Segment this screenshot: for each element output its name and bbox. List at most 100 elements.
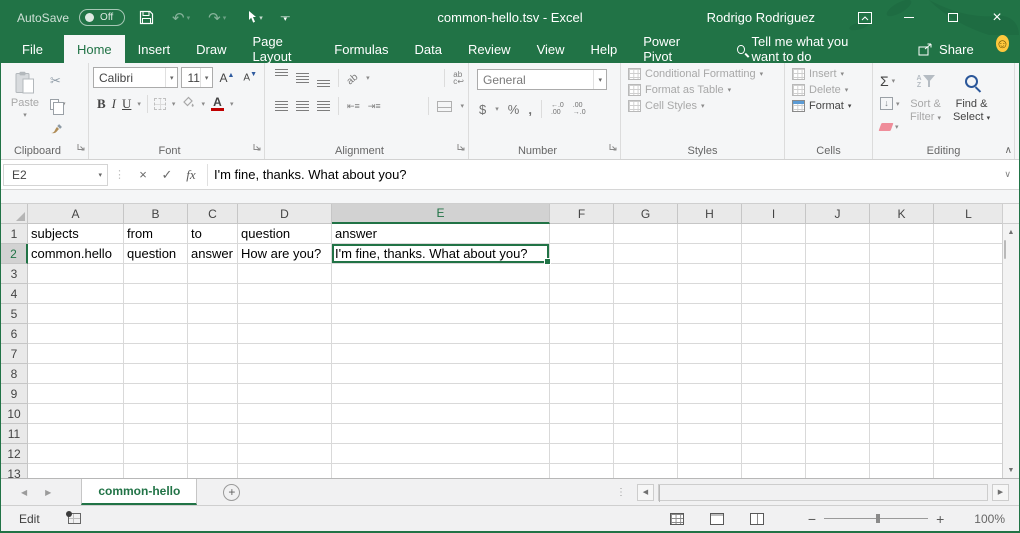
minimize-button[interactable] xyxy=(887,0,931,35)
cell-B9[interactable] xyxy=(124,384,188,404)
cell-A13[interactable] xyxy=(28,464,124,478)
cell-K12[interactable] xyxy=(870,444,934,464)
row-header-5[interactable]: 5 xyxy=(1,304,28,324)
cell-E9[interactable] xyxy=(332,384,550,404)
format-painter-button[interactable] xyxy=(47,117,69,137)
cell-H7[interactable] xyxy=(678,344,742,364)
cell-I11[interactable] xyxy=(742,424,806,444)
cell-A12[interactable] xyxy=(28,444,124,464)
cell-C8[interactable] xyxy=(188,364,238,384)
cell-E2[interactable]: I'm fine, thanks. What about you? xyxy=(332,244,550,264)
cell-B1[interactable]: from xyxy=(124,224,188,244)
wrap-text-button[interactable]: abc↩ xyxy=(453,71,464,85)
cell-J12[interactable] xyxy=(806,444,870,464)
cell-L1[interactable] xyxy=(934,224,1002,244)
page-layout-view-button[interactable] xyxy=(710,513,724,525)
cell-L8[interactable] xyxy=(934,364,1002,384)
cell-G7[interactable] xyxy=(614,344,678,364)
cell-I10[interactable] xyxy=(742,404,806,424)
cell-F6[interactable] xyxy=(550,324,614,344)
cell-F13[interactable] xyxy=(550,464,614,478)
insert-function-button[interactable]: fx xyxy=(179,164,203,186)
row-header-13[interactable]: 13 xyxy=(1,464,28,478)
cell-F11[interactable] xyxy=(550,424,614,444)
cell-A5[interactable] xyxy=(28,304,124,324)
cell-G13[interactable] xyxy=(614,464,678,478)
cell-K3[interactable] xyxy=(870,264,934,284)
cell-F4[interactable] xyxy=(550,284,614,304)
cell-E3[interactable] xyxy=(332,264,550,284)
cell-K13[interactable] xyxy=(870,464,934,478)
cell-E4[interactable] xyxy=(332,284,550,304)
cell-A10[interactable] xyxy=(28,404,124,424)
cell-A1[interactable]: subjects xyxy=(28,224,124,244)
cell-L2[interactable] xyxy=(934,244,1002,264)
cell-D6[interactable] xyxy=(238,324,332,344)
borders-button[interactable] xyxy=(154,98,166,110)
cell-G2[interactable] xyxy=(614,244,678,264)
cell-L4[interactable] xyxy=(934,284,1002,304)
top-align-button[interactable] xyxy=(275,69,288,76)
tab-home[interactable]: Home xyxy=(64,35,125,63)
cell-H1[interactable] xyxy=(678,224,742,244)
cell-G5[interactable] xyxy=(614,304,678,324)
cell-C12[interactable] xyxy=(188,444,238,464)
cell-I1[interactable] xyxy=(742,224,806,244)
cell-H5[interactable] xyxy=(678,304,742,324)
tab-page-layout[interactable]: Page Layout xyxy=(240,35,322,63)
undo-button[interactable]: ↶▾ xyxy=(168,5,194,31)
currency-caret-icon[interactable]: ▾ xyxy=(495,105,499,113)
row-header-10[interactable]: 10 xyxy=(1,404,28,424)
sort-filter-button[interactable]: AZ Sort & Filter ▾ xyxy=(903,67,949,143)
bottom-align-button[interactable] xyxy=(317,80,330,87)
cell-L9[interactable] xyxy=(934,384,1002,404)
cell-K6[interactable] xyxy=(870,324,934,344)
currency-button[interactable]: $ xyxy=(479,102,486,117)
cell-G12[interactable] xyxy=(614,444,678,464)
delete-cells-button[interactable]: Delete▾ xyxy=(789,84,868,96)
cell-F3[interactable] xyxy=(550,264,614,284)
copy-button[interactable]: ▾ xyxy=(47,94,69,114)
cell-J3[interactable] xyxy=(806,264,870,284)
column-header-C[interactable]: C xyxy=(188,204,238,224)
cell-E1[interactable]: answer xyxy=(332,224,550,244)
cell-D13[interactable] xyxy=(238,464,332,478)
vertical-scrollbar[interactable]: ▲ ▼ xyxy=(1002,204,1019,478)
cell-H12[interactable] xyxy=(678,444,742,464)
column-header-G[interactable]: G xyxy=(614,204,678,224)
cell-I12[interactable] xyxy=(742,444,806,464)
column-header-B[interactable]: B xyxy=(124,204,188,224)
customize-quick-access-button[interactable]: —▾ xyxy=(277,5,294,31)
cell-B11[interactable] xyxy=(124,424,188,444)
cell-I2[interactable] xyxy=(742,244,806,264)
cell-C7[interactable] xyxy=(188,344,238,364)
cell-L5[interactable] xyxy=(934,304,1002,324)
cell-D10[interactable] xyxy=(238,404,332,424)
previous-sheet-button[interactable]: ◀ xyxy=(21,488,27,497)
font-dialog-launcher[interactable] xyxy=(253,138,261,156)
vertical-scroll-thumb[interactable] xyxy=(1004,240,1006,259)
cell-J9[interactable] xyxy=(806,384,870,404)
column-header-F[interactable]: F xyxy=(550,204,614,224)
cell-F5[interactable] xyxy=(550,304,614,324)
cell-J6[interactable] xyxy=(806,324,870,344)
middle-align-button[interactable] xyxy=(296,73,309,83)
font-size-select[interactable]: 11 ▾ xyxy=(181,67,213,88)
cell-H3[interactable] xyxy=(678,264,742,284)
cell-C4[interactable] xyxy=(188,284,238,304)
cell-F1[interactable] xyxy=(550,224,614,244)
cell-G3[interactable] xyxy=(614,264,678,284)
align-center-button[interactable] xyxy=(296,101,309,111)
horizontal-scroll-track[interactable] xyxy=(658,484,988,501)
cell-J4[interactable] xyxy=(806,284,870,304)
cell-C11[interactable] xyxy=(188,424,238,444)
cell-D11[interactable] xyxy=(238,424,332,444)
share-button[interactable]: Share xyxy=(918,35,974,63)
scroll-left-button[interactable]: ◀ xyxy=(637,484,654,501)
select-all-corner[interactable] xyxy=(1,204,28,224)
scroll-up-button[interactable]: ▲ xyxy=(1003,224,1019,240)
cell-I3[interactable] xyxy=(742,264,806,284)
borders-caret-icon[interactable]: ▾ xyxy=(172,100,176,108)
zoom-slider-handle[interactable] xyxy=(876,514,880,523)
cell-K4[interactable] xyxy=(870,284,934,304)
